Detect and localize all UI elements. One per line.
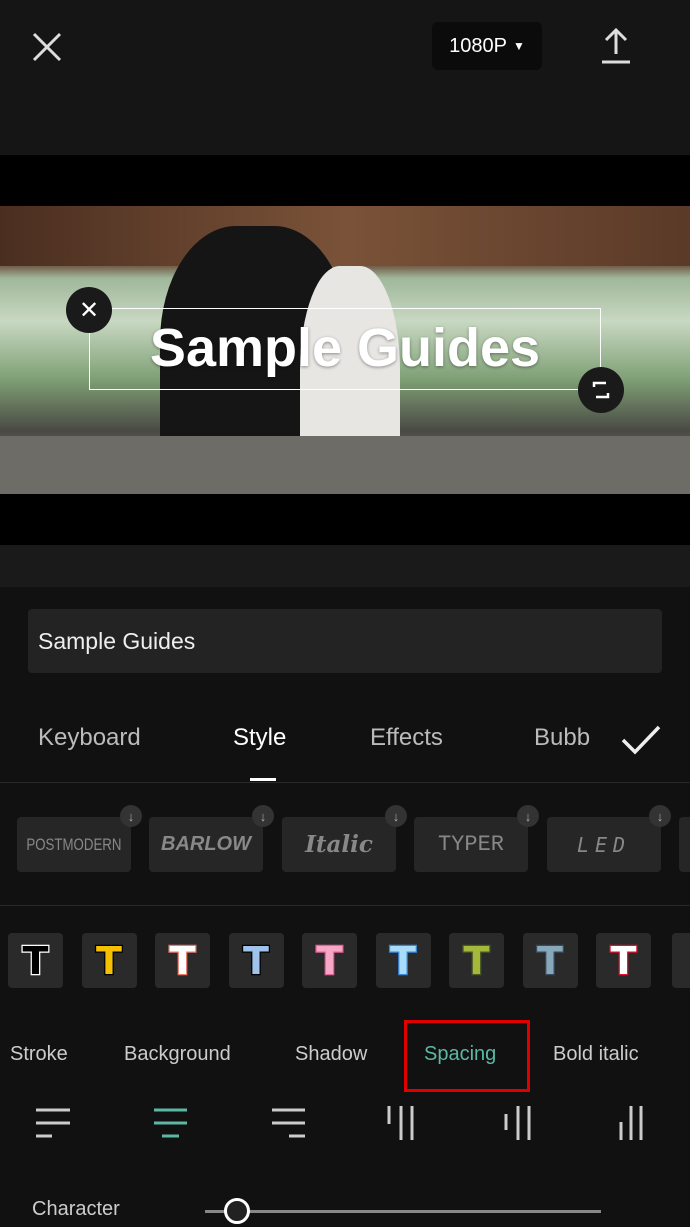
divider (0, 782, 690, 783)
download-icon[interactable]: ↓ (517, 805, 539, 827)
resolution-label: 1080P (449, 34, 507, 57)
text-input[interactable] (28, 609, 662, 673)
close-icon[interactable] (28, 28, 66, 66)
style-swatch[interactable]: T (228, 933, 284, 988)
font-postmodern[interactable]: POSTMODERN (17, 817, 131, 872)
checkmark-icon[interactable] (620, 722, 662, 758)
text-style-icon: T (95, 938, 123, 983)
style-swatch[interactable]: T (449, 933, 504, 988)
subtab-bold-italic[interactable]: Bold italic (553, 1043, 639, 1066)
style-swatch-more[interactable] (672, 933, 690, 988)
download-icon[interactable]: ↓ (252, 805, 274, 827)
vertical-bottom-icon[interactable] (618, 1104, 658, 1144)
text-style-icon: T (462, 938, 490, 983)
caret-down-icon: ▼ (512, 39, 525, 53)
align-center-icon[interactable] (151, 1104, 191, 1144)
subtab-stroke[interactable]: Stroke (10, 1043, 68, 1066)
overlay-text: Sample Guides (149, 318, 541, 378)
tab-effects[interactable]: Effects (370, 724, 443, 752)
delete-text-button[interactable]: ✕ (66, 287, 112, 333)
style-swatch[interactable]: T (302, 933, 357, 988)
style-swatch[interactable]: T (155, 933, 210, 988)
text-style-icon: T (21, 938, 49, 983)
style-swatch[interactable]: T (81, 933, 137, 988)
upload-icon[interactable] (598, 26, 634, 66)
text-overlay-box[interactable]: Sample Guides (89, 308, 601, 390)
style-swatch[interactable]: T (375, 933, 431, 988)
tab-keyboard[interactable]: Keyboard (38, 724, 141, 752)
character-spacing-slider[interactable] (205, 1210, 601, 1213)
download-icon[interactable]: ↓ (120, 805, 142, 827)
font-label: LED (576, 832, 632, 857)
text-style-icon: T (168, 938, 196, 983)
font-more[interactable] (679, 817, 690, 872)
style-swatch[interactable]: T (522, 933, 578, 988)
text-style-icon: T (536, 938, 564, 983)
font-label: POSTMODERN (26, 834, 122, 854)
text-style-icon: T (242, 938, 270, 983)
top-bar (0, 0, 690, 155)
align-right-icon[interactable] (268, 1104, 308, 1144)
rotate-icon (592, 381, 610, 399)
vertical-center-icon[interactable] (501, 1104, 541, 1144)
highlight-box (404, 1020, 530, 1092)
character-spacing-label: Character (32, 1198, 120, 1220)
text-edit-panel (0, 587, 690, 1227)
download-icon[interactable]: ↓ (649, 805, 671, 827)
font-label: Italic (305, 831, 373, 858)
align-left-icon[interactable] (34, 1104, 74, 1144)
font-led[interactable]: LED (547, 817, 661, 872)
tab-style[interactable]: Style (233, 724, 286, 752)
font-italic[interactable]: Italic (282, 817, 396, 872)
text-style-icon: T (609, 938, 637, 983)
font-typer[interactable]: TYPER (414, 817, 528, 872)
style-swatch[interactable]: T (8, 933, 63, 988)
subtab-shadow[interactable]: Shadow (295, 1043, 367, 1066)
rotate-scale-button[interactable] (578, 367, 624, 413)
tab-bubble[interactable]: Bubb (534, 724, 590, 752)
font-label: BARLOW (161, 833, 251, 855)
divider (0, 905, 690, 906)
font-label: TYPER (437, 832, 504, 857)
slider-thumb[interactable] (223, 1198, 250, 1224)
active-tab-indicator (250, 778, 276, 781)
resolution-dropdown[interactable]: 1080P ▼ (432, 22, 542, 70)
font-barlow[interactable]: BARLOW (149, 817, 263, 872)
style-swatch[interactable]: T (596, 933, 651, 988)
spacer (0, 545, 690, 587)
download-icon[interactable]: ↓ (385, 805, 407, 827)
close-icon: ✕ (78, 296, 100, 324)
text-style-icon: T (315, 938, 343, 983)
vertical-top-icon[interactable] (384, 1104, 424, 1144)
text-style-icon: T (389, 938, 417, 983)
subtab-background[interactable]: Background (124, 1043, 231, 1066)
